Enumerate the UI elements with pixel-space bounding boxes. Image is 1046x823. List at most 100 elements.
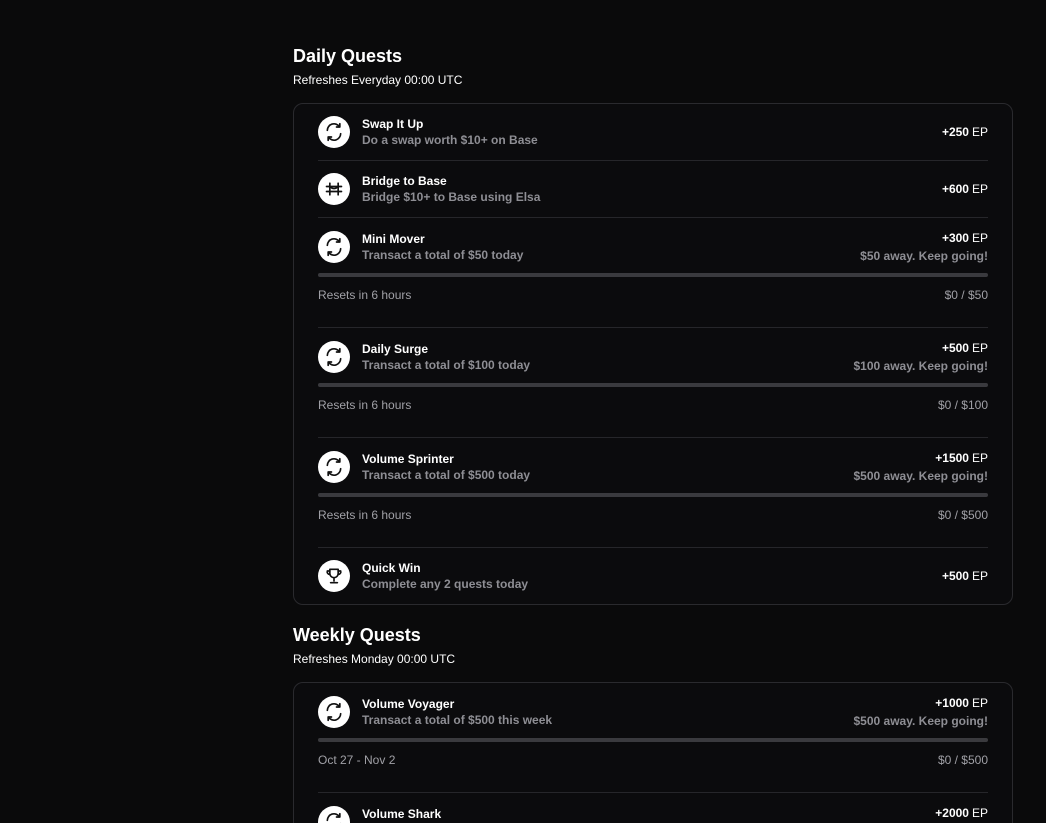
- quest-remaining: $100 away. Keep going!: [853, 359, 989, 373]
- quest-row: Volume Sprinter Transact a total of $500 …: [318, 450, 988, 484]
- daily-quests-title: Daily Quests: [293, 46, 403, 66]
- quest-reward: +2000 EP: [844, 805, 988, 821]
- quest-reward-area: +500 EP: [942, 568, 988, 584]
- quest-description: Transact a total of $500 today: [362, 468, 531, 482]
- quest-info: Bridge to Base Bridge $10+ to Base using …: [318, 173, 540, 205]
- quest-text: Daily Surge Transact a total of $100 toda…: [362, 341, 530, 373]
- quest-progress-meta: Oct 27 - Nov 2 $0 / $500: [318, 752, 988, 768]
- quest-reward: +1500 EP: [854, 450, 988, 466]
- daily-quests-card: Swap It Up Do a swap worth $10+ on Base +2…: [293, 103, 1013, 605]
- quest-progress-bar: [318, 493, 988, 497]
- weekly-quests-card: Volume Voyager Transact a total of $500 t…: [293, 682, 1013, 823]
- quest-reward: +250 EP: [942, 124, 988, 140]
- quest-row: Swap It Up Do a swap worth $10+ on Base +2…: [318, 116, 988, 148]
- quest-reset-time: Resets in 6 hours: [318, 398, 412, 412]
- quest-progress-amount: $0 / $500: [937, 508, 988, 522]
- quest-reward-area: +1000 EP $500 away. Keep going!: [854, 695, 989, 729]
- quest-description: Do a swap worth $10+ on Base: [362, 133, 538, 147]
- swap-icon: [318, 116, 350, 148]
- quest-info: Daily Surge Transact a total of $100 toda…: [318, 341, 530, 373]
- quest-item-daily-surge[interactable]: Daily Surge Transact a total of $100 toda…: [318, 328, 988, 438]
- quest-title: Volume Shark: [362, 807, 442, 821]
- quest-title: Bridge to Base: [362, 174, 447, 188]
- quest-description: Transact a total of $100 today: [362, 358, 531, 372]
- reward-unit: EP: [971, 231, 988, 245]
- quest-remaining: $500 away. Keep going!: [853, 714, 989, 728]
- quest-title: Swap It Up: [362, 117, 424, 131]
- quest-info: Swap It Up Do a swap worth $10+ on Base: [318, 116, 538, 148]
- quest-info: Volume Voyager Transact a total of $500 t…: [318, 696, 552, 728]
- quest-title: Daily Surge: [362, 342, 429, 356]
- quest-item-volume-shark[interactable]: Volume SharkTransact a total of $2,000 t…: [318, 793, 988, 823]
- quest-progress-bar: [318, 383, 988, 387]
- quest-info: Mini Mover Transact a total of $50 today: [318, 231, 523, 263]
- quest-description: Transact a total of $50 today: [362, 248, 524, 262]
- quest-progress-meta: Resets in 6 hours $0 / $50: [318, 287, 988, 303]
- reward-unit: EP: [971, 696, 988, 710]
- quest-row: Mini Mover Transact a total of $50 today +…: [318, 230, 988, 264]
- quest-title: Volume Voyager: [362, 697, 455, 711]
- reward-unit: EP: [971, 806, 988, 820]
- quest-text: Volume Sprinter Transact a total of $500 …: [362, 451, 530, 483]
- quest-reward-area: +300 EP $50 away. Keep going!: [860, 230, 988, 264]
- reward-points: +250: [941, 125, 969, 139]
- swap-icon: [318, 806, 350, 823]
- quest-reward: +1000 EP: [854, 695, 988, 711]
- quest-reward-area: +600 EP: [942, 181, 988, 197]
- quest-text: Mini Mover Transact a total of $50 today: [362, 231, 523, 263]
- quest-reward-area: +2000EP$2,000 away. Keep going!: [844, 805, 988, 823]
- quest-reset-time: Resets in 6 hours: [318, 288, 412, 302]
- quest-reset-time: Resets in 6 hours: [318, 508, 412, 522]
- quest-text: Bridge to Base Bridge $10+ to Base using …: [362, 173, 540, 205]
- quest-description: Bridge $10+ to Base using Elsa: [362, 190, 541, 204]
- reward-unit: EP: [971, 569, 988, 583]
- quest-item-volume-sprinter[interactable]: Volume Sprinter Transact a total of $500 …: [318, 438, 988, 548]
- reward-unit: EP: [971, 451, 988, 465]
- quests-content: Daily Quests Refreshes Everyday 00:00 UT…: [293, 44, 1013, 823]
- quest-title: Mini Mover: [362, 232, 425, 246]
- quest-info: Volume Sprinter Transact a total of $500 …: [318, 451, 530, 483]
- quest-item-mini-mover[interactable]: Mini Mover Transact a total of $50 today +…: [318, 218, 988, 328]
- quest-progress-amount: $0 / $100: [937, 398, 988, 412]
- quest-text: Quick Win Complete any 2 quests today: [362, 560, 528, 592]
- quest-progress-bar: [318, 738, 988, 742]
- reward-points: +600: [941, 182, 969, 196]
- quest-text: Volume Voyager Transact a total of $500 t…: [362, 696, 552, 728]
- swap-icon: [318, 231, 350, 263]
- quest-row: Quick Win Complete any 2 quests today +500…: [318, 560, 988, 592]
- reward-points: +500: [941, 569, 969, 583]
- quest-text: Volume SharkTransact a total of $2,000 t…: [362, 806, 562, 823]
- weekly-quests-subtitle: Refreshes Monday 00:00 UTC: [293, 652, 456, 666]
- quest-progress-amount: $0 / $500: [937, 753, 988, 767]
- quest-reward: +500 EP: [942, 568, 988, 584]
- bridge-icon: [318, 173, 350, 205]
- quest-item-bridge-to-base[interactable]: Bridge to Base Bridge $10+ to Base using …: [318, 161, 988, 218]
- quest-row: Bridge to Base Bridge $10+ to Base using …: [318, 173, 988, 205]
- quest-title: Volume Sprinter: [362, 452, 454, 466]
- quest-item-quick-win[interactable]: Quick Win Complete any 2 quests today +500…: [318, 548, 988, 604]
- quest-reward-area: +1500 EP $500 away. Keep going!: [854, 450, 989, 484]
- quests-page: Daily Quests Refreshes Everyday 00:00 UT…: [0, 0, 1046, 823]
- quest-progress-amount: $0 / $50: [944, 288, 988, 302]
- quest-progress-bar: [318, 273, 988, 277]
- reward-unit: EP: [971, 125, 988, 139]
- quest-description: Transact a total of $500 this week: [362, 713, 553, 727]
- quest-info: Quick Win Complete any 2 quests today: [318, 560, 528, 592]
- quest-info: Volume SharkTransact a total of $2,000 t…: [318, 806, 562, 823]
- quest-item-volume-voyager[interactable]: Volume Voyager Transact a total of $500 t…: [318, 683, 988, 793]
- reward-points: +1500: [935, 451, 969, 465]
- quest-reward: +600 EP: [942, 181, 988, 197]
- weekly-quests-title: Weekly Quests: [293, 625, 421, 645]
- swap-icon: [318, 341, 350, 373]
- quest-remaining: $50 away. Keep going!: [860, 249, 988, 263]
- quest-item-swap-it-up[interactable]: Swap It Up Do a swap worth $10+ on Base +2…: [318, 104, 988, 161]
- daily-quests-subtitle: Refreshes Everyday 00:00 UTC: [293, 73, 463, 87]
- swap-icon: [318, 696, 350, 728]
- trophy-icon: [318, 560, 350, 592]
- quest-row: Volume SharkTransact a total of $2,000 t…: [318, 805, 988, 823]
- quest-progress-meta: Resets in 6 hours $0 / $500: [318, 507, 988, 523]
- reward-unit: EP: [971, 341, 988, 355]
- reward-unit: EP: [971, 182, 988, 196]
- quest-reward-area: +250 EP: [942, 124, 988, 140]
- quest-reset-time: Oct 27 - Nov 2: [318, 753, 396, 767]
